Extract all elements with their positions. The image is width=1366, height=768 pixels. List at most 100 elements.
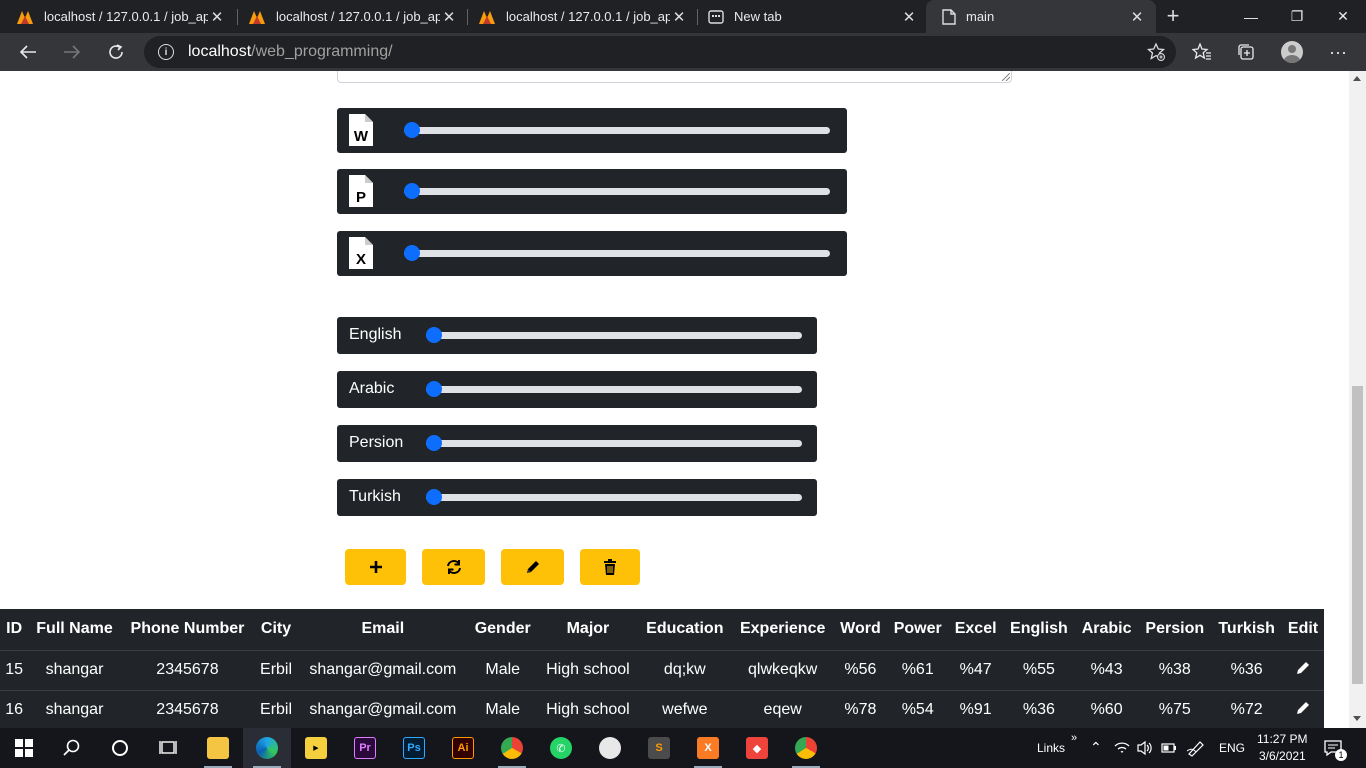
start-button[interactable] xyxy=(0,728,48,768)
row-edit-button[interactable] xyxy=(1282,689,1324,728)
file-explorer-taskbar-item[interactable] xyxy=(194,728,242,768)
excel-skill-slider[interactable] xyxy=(404,245,830,261)
slider-thumb[interactable] xyxy=(426,327,442,343)
column-header[interactable]: Word xyxy=(834,609,887,650)
turkish-skill-slider[interactable] xyxy=(426,489,802,505)
illustrator-taskbar-item[interactable]: Ai xyxy=(439,728,487,768)
persion-skill-slider[interactable] xyxy=(426,435,802,451)
clock-time[interactable]: 11:27 PM xyxy=(1257,732,1307,746)
clock-date[interactable]: 3/6/2021 xyxy=(1259,749,1306,763)
table-row[interactable]: 16 shangar 2345678 Erbil shangar@gmail.c… xyxy=(0,689,1324,728)
browser-tab-4[interactable]: New tab ✕ xyxy=(692,0,928,33)
task-view-button[interactable] xyxy=(144,728,192,768)
sublime-taskbar-item[interactable]: S xyxy=(635,728,683,768)
collections-button[interactable] xyxy=(1231,37,1261,67)
close-window-button[interactable]: ✕ xyxy=(1320,0,1366,33)
xampp-taskbar-item[interactable]: X xyxy=(684,728,732,768)
add-button[interactable] xyxy=(345,549,406,585)
url-field[interactable]: i localhost/web_programming/ xyxy=(144,36,1176,68)
column-header[interactable]: ID xyxy=(0,609,28,650)
slider-thumb[interactable] xyxy=(404,245,420,261)
column-header[interactable]: Edit xyxy=(1282,609,1324,650)
close-tab-icon[interactable]: ✕ xyxy=(1128,8,1146,26)
slider-thumb[interactable] xyxy=(426,381,442,397)
slider-thumb[interactable] xyxy=(404,183,420,199)
column-header[interactable]: City xyxy=(254,609,298,650)
column-header[interactable]: Arabic xyxy=(1075,609,1138,650)
column-header[interactable]: Email xyxy=(298,609,468,650)
column-header[interactable]: Turkish xyxy=(1211,609,1282,650)
favorites-button[interactable] xyxy=(1187,37,1217,67)
resize-grip-icon[interactable] xyxy=(1002,73,1010,81)
scroll-thumb[interactable] xyxy=(1352,386,1363,684)
browser-tab-5-active[interactable]: main ✕ xyxy=(926,0,1156,33)
back-button[interactable] xyxy=(13,37,43,67)
battery-icon[interactable] xyxy=(1161,741,1177,755)
premiere-taskbar-item[interactable]: Pr xyxy=(341,728,389,768)
add-favorite-icon[interactable] xyxy=(1146,42,1166,62)
close-tab-icon[interactable]: ✕ xyxy=(900,8,918,26)
photoshop-taskbar-item[interactable]: Ps xyxy=(390,728,438,768)
textarea-field[interactable] xyxy=(337,71,1012,83)
search-button[interactable] xyxy=(48,728,96,768)
column-header[interactable]: Excel xyxy=(948,609,1003,650)
media-player-taskbar-item[interactable]: ▶ xyxy=(292,728,340,768)
forward-button[interactable] xyxy=(57,37,87,67)
anydesk-taskbar-item[interactable]: ◆ xyxy=(733,728,781,768)
close-tab-icon[interactable]: ✕ xyxy=(208,8,226,26)
page-scrollbar[interactable] xyxy=(1349,71,1366,728)
links-expand-chevron-icon[interactable]: » xyxy=(1071,732,1077,744)
volume-icon[interactable] xyxy=(1137,740,1153,756)
delete-button[interactable] xyxy=(580,549,640,585)
column-header[interactable]: Persion xyxy=(1138,609,1211,650)
english-skill-slider[interactable] xyxy=(426,327,802,343)
pen-workspace-icon[interactable] xyxy=(1186,739,1206,757)
refresh-button[interactable] xyxy=(422,549,485,585)
close-tab-icon[interactable]: ✕ xyxy=(440,8,458,26)
close-tab-icon[interactable]: ✕ xyxy=(670,8,688,26)
input-language-indicator[interactable]: ENG xyxy=(1219,741,1245,755)
column-header[interactable]: Education xyxy=(638,609,731,650)
scroll-up-arrow-icon[interactable] xyxy=(1353,76,1361,81)
browser-tab-1[interactable]: localhost / 127.0.0.1 / job_appli ✕ xyxy=(0,0,236,33)
word-skill-slider[interactable] xyxy=(404,122,830,138)
browser-tab-3[interactable]: localhost / 127.0.0.1 / job_appli ✕ xyxy=(462,0,698,33)
wifi-icon[interactable] xyxy=(1113,740,1131,756)
slider-thumb[interactable] xyxy=(426,435,442,451)
column-header[interactable]: Phone Number xyxy=(121,609,254,650)
cortana-button[interactable] xyxy=(96,728,144,768)
pencil-icon[interactable] xyxy=(1295,700,1311,716)
column-header[interactable]: Power xyxy=(887,609,948,650)
browser-tab-2[interactable]: localhost / 127.0.0.1 / job_appli ✕ xyxy=(232,0,468,33)
column-header[interactable]: English xyxy=(1003,609,1075,650)
whatsapp-taskbar-item[interactable]: ✆ xyxy=(537,728,585,768)
table-row[interactable]: 15 shangar 2345678 Erbil shangar@gmail.c… xyxy=(0,649,1324,690)
reload-button[interactable] xyxy=(101,37,131,67)
row-edit-button[interactable] xyxy=(1282,649,1324,690)
column-header[interactable]: Gender xyxy=(468,609,538,650)
show-hidden-icons-chevron-icon[interactable]: ⌃ xyxy=(1090,739,1102,756)
settings-menu-button[interactable]: ··· xyxy=(1323,37,1353,67)
chrome-profile-taskbar-item[interactable] xyxy=(782,728,830,768)
arabic-skill-slider[interactable] xyxy=(426,381,802,397)
chrome-taskbar-item[interactable] xyxy=(488,728,536,768)
column-header[interactable]: Experience xyxy=(732,609,834,650)
slider-thumb[interactable] xyxy=(426,489,442,505)
slider-thumb[interactable] xyxy=(404,122,420,138)
new-tab-button[interactable]: + xyxy=(1160,4,1186,28)
site-info-icon[interactable]: i xyxy=(158,44,174,60)
scroll-down-arrow-icon[interactable] xyxy=(1353,716,1361,721)
pencil-icon[interactable] xyxy=(1295,660,1311,676)
column-header[interactable]: Full Name xyxy=(28,609,121,650)
profile-button[interactable] xyxy=(1277,37,1307,67)
paint-taskbar-item[interactable] xyxy=(586,728,634,768)
edge-taskbar-item[interactable] xyxy=(243,728,291,768)
powerpoint-skill-slider[interactable] xyxy=(404,183,830,199)
edit-button[interactable] xyxy=(501,549,564,585)
maximize-button[interactable]: ❐ xyxy=(1274,0,1320,33)
cortana-circle-icon xyxy=(112,740,128,756)
links-toolbar-label[interactable]: Links xyxy=(1037,741,1065,755)
minimize-button[interactable]: — xyxy=(1228,0,1274,33)
notifications-button[interactable]: 1 xyxy=(1323,738,1347,761)
column-header[interactable]: Major xyxy=(538,609,638,650)
